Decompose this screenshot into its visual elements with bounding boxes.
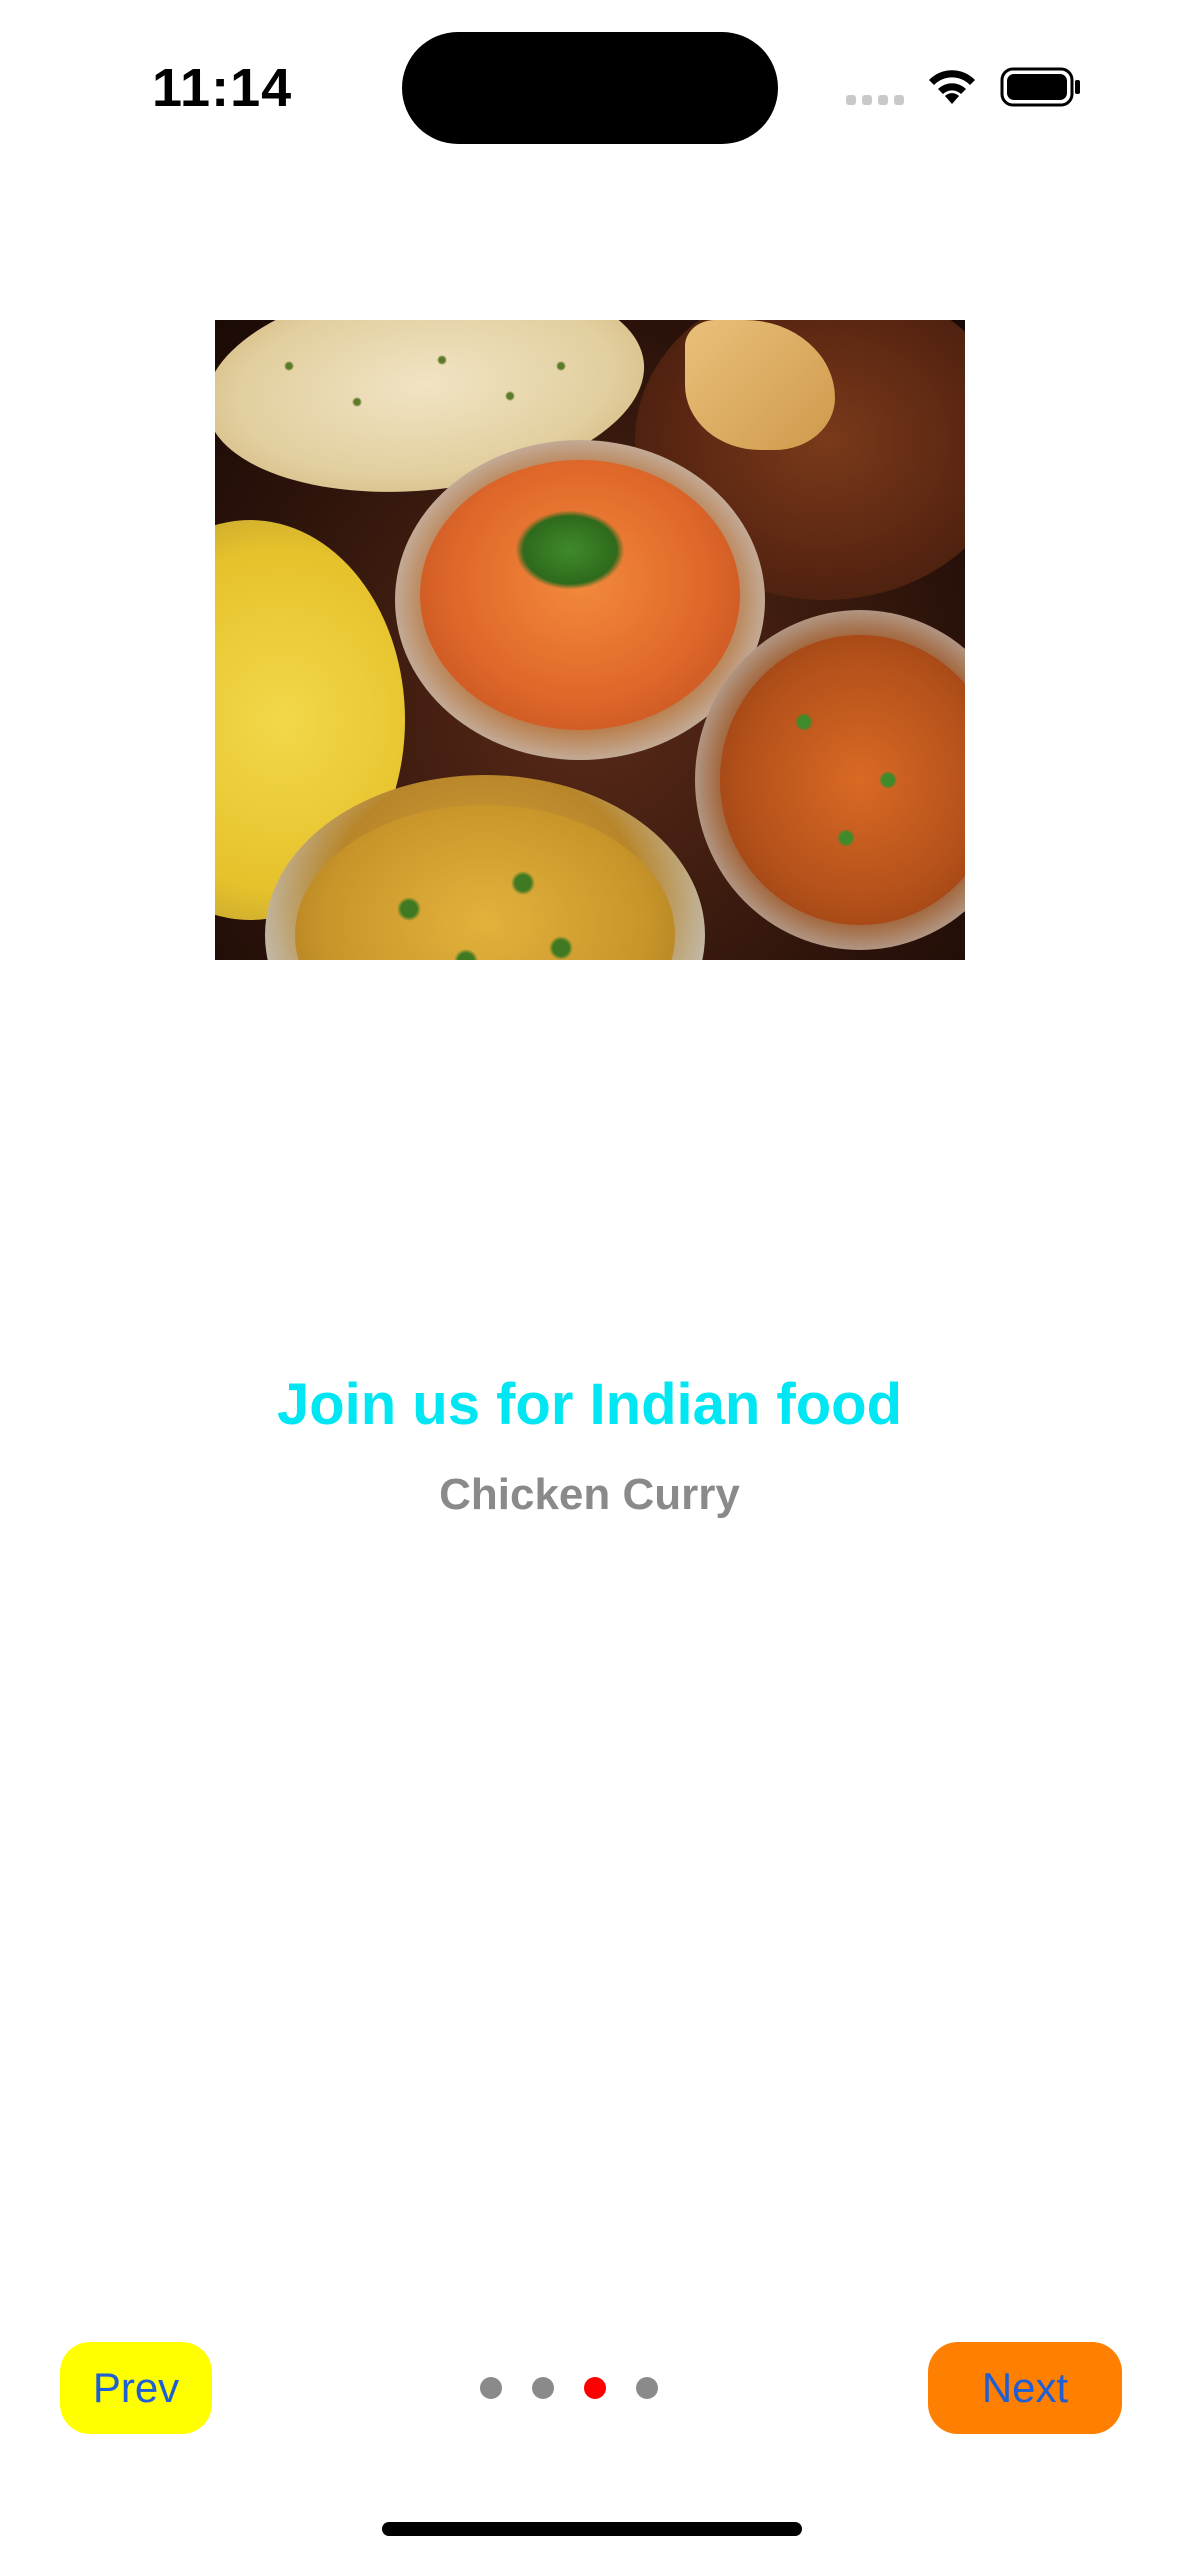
- onboarding-screen: 11:14 Join us for Indian food Chicken Cu…: [0, 0, 1179, 2556]
- page-dot-4[interactable]: [636, 2377, 658, 2399]
- page-dot-2[interactable]: [532, 2377, 554, 2399]
- cellular-signal-icon: [846, 95, 906, 107]
- page-subtitle: Chicken Curry: [439, 1470, 740, 1519]
- dynamic-island: [402, 32, 778, 144]
- wifi-icon: [929, 70, 975, 104]
- page-indicator[interactable]: [480, 2376, 665, 2400]
- prev-button[interactable]: Prev: [60, 2342, 212, 2434]
- page-dot-1[interactable]: [480, 2377, 502, 2399]
- page-dot-3-active[interactable]: [584, 2377, 606, 2399]
- hero-food-image: [215, 320, 965, 960]
- battery-icon: [1000, 67, 1080, 107]
- page-title: Join us for Indian food: [276, 1372, 903, 1437]
- home-indicator[interactable]: [382, 2522, 802, 2536]
- status-time: 11:14: [152, 58, 293, 118]
- next-button[interactable]: Next: [928, 2342, 1122, 2434]
